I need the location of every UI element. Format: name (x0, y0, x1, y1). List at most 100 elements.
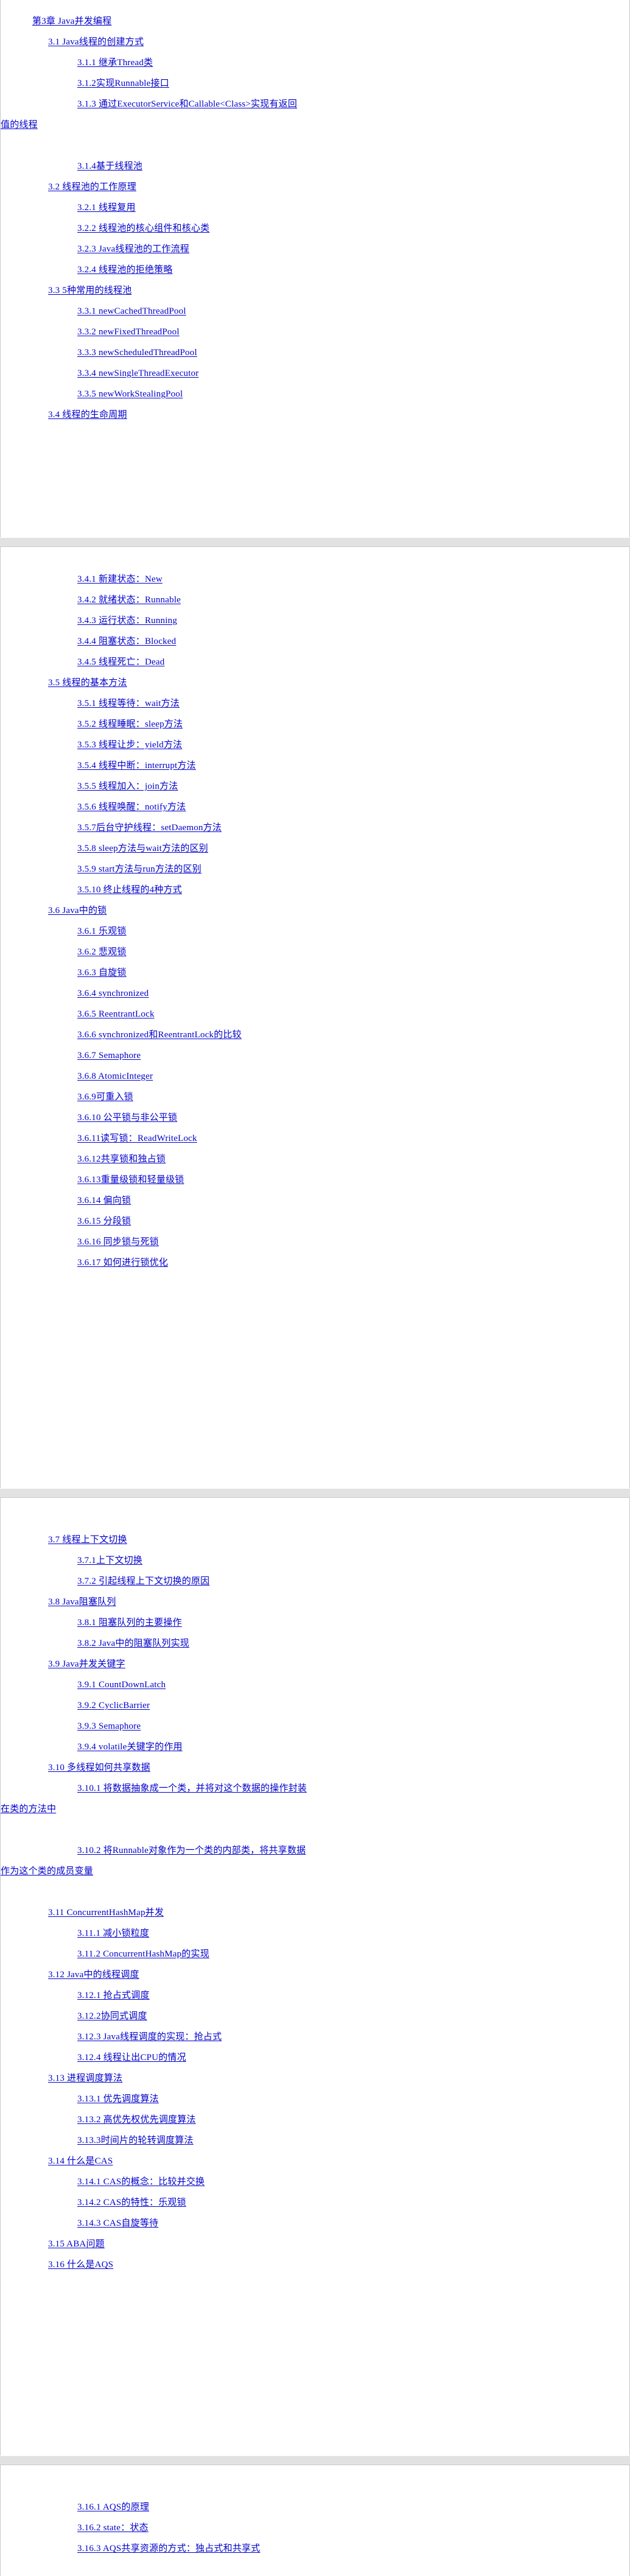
toc-entry-level-3[interactable]: 3.6.10 公平锁与非公平锁 (1, 1107, 629, 1128)
toc-link[interactable]: 3.4.5 线程死亡：Dead (77, 657, 164, 667)
toc-link[interactable]: 3.4.2 就绪状态：Runnable (77, 595, 181, 605)
toc-link[interactable]: 3.2.1 线程复用 (77, 203, 136, 213)
toc-link[interactable]: 3.9 Java并发关键字 (48, 1659, 125, 1669)
toc-link[interactable]: 3.2.2 线程池的核心组件和核心类 (77, 224, 209, 233)
toc-entry-level-3[interactable]: 3.4.5 线程死亡：Dead (1, 652, 629, 672)
toc-link[interactable]: 3.9.3 Semaphore (77, 1721, 141, 1731)
toc-entry-level-2[interactable]: 3.7 线程上下文切换 (1, 1530, 629, 1550)
toc-link[interactable]: 3.9.4 volatile关键字的作用 (77, 1742, 183, 1752)
toc-entry-level-3[interactable]: 3.14.3 CAS自旋等待 (1, 2213, 629, 2234)
toc-entry-level-3[interactable]: 3.6.6 synchronized和ReentrantLock的比较 (1, 1025, 629, 1045)
toc-entry-level-3[interactable]: 3.6.5 ReentrantLock (1, 1004, 629, 1025)
toc-link[interactable]: 3.9.1 CountDownLatch (77, 1680, 166, 1690)
toc-entry-level-3[interactable]: 3.13.3时间片的轮转调度算法 (1, 2130, 629, 2151)
toc-entry-level-3[interactable]: 3.5.1 线程等待：wait方法 (1, 693, 629, 714)
toc-entry-level-3[interactable]: 3.6.16 同步锁与死锁 (1, 1232, 629, 1252)
toc-entry-level-3[interactable]: 3.2.2 线程池的核心组件和核心类 (1, 218, 629, 239)
toc-link[interactable]: 3.6.5 ReentrantLock (77, 1009, 155, 1019)
toc-link[interactable]: 3.7 线程上下文切换 (48, 1535, 127, 1545)
toc-entry-level-3[interactable]: 3.6.13重量级锁和轻量级锁 (1, 1170, 629, 1190)
toc-link[interactable]: 3.8 Java阻塞队列 (48, 1597, 116, 1607)
toc-link[interactable]: 3.3.3 newScheduledThreadPool (77, 348, 197, 358)
toc-entry-level-3[interactable]: 3.6.14 偏向锁 (1, 1190, 629, 1211)
toc-entry-level-3[interactable]: 3.6.8 AtomicInteger (1, 1066, 629, 1087)
toc-link[interactable]: 3.6.14 偏向锁 (77, 1196, 131, 1205)
toc-link[interactable]: 3.4.4 阻塞状态：Blocked (77, 637, 176, 646)
toc-entry-level-3[interactable]: 3.6.17 如何进行锁优化 (1, 1252, 629, 1273)
toc-entry-level-2[interactable]: 3.5 线程的基本方法 (1, 672, 629, 693)
toc-link[interactable]: 3.6.15 分段锁 (77, 1216, 131, 1226)
toc-link[interactable]: 3.6.13重量级锁和轻量级锁 (77, 1175, 184, 1185)
toc-link[interactable]: 3.4.3 运行状态：Running (77, 616, 177, 626)
toc-link[interactable]: 3.1.4基于线程池 (77, 161, 142, 171)
toc-entry-continuation[interactable]: 值的线程 (1, 115, 629, 135)
toc-entry-level-3[interactable]: 3.12.4 线程让出CPU的情况 (1, 2047, 629, 2068)
toc-entry-level-3[interactable]: 3.3.4 newSingleThreadExecutor (1, 363, 629, 384)
toc-entry-level-3[interactable]: 3.4.1 新建状态：New (1, 569, 629, 590)
toc-entry-level-3[interactable]: 3.7.2 引起线程上下文切换的原因 (1, 1571, 629, 1592)
toc-link[interactable]: 3.5 线程的基本方法 (48, 678, 127, 688)
toc-link[interactable]: 3.6.16 同步锁与死锁 (77, 1237, 159, 1247)
toc-link[interactable]: 3.2.4 线程池的拒绝策略 (77, 265, 173, 275)
toc-entry-level-2[interactable]: 3.6 Java中的锁 (1, 900, 629, 921)
toc-link[interactable]: 3.7.2 引起线程上下文切换的原因 (77, 1576, 209, 1586)
toc-link[interactable]: 3.14.3 CAS自旋等待 (77, 2218, 158, 2228)
toc-link[interactable]: 3.11 ConcurrentHashMap并发 (48, 1908, 164, 1918)
toc-link[interactable]: 3.8.1 阻塞队列的主要操作 (77, 1618, 182, 1628)
toc-link[interactable]: 3.6.2 悲观锁 (77, 947, 127, 957)
toc-entry-level-3[interactable]: 3.1.4基于线程池 (1, 156, 629, 177)
toc-link[interactable]: 3.13 进程调度算法 (48, 2073, 122, 2083)
toc-link[interactable]: 3.13.1 优先调度算法 (77, 2094, 159, 2104)
toc-entry-level-3[interactable]: 3.6.4 synchronized (1, 983, 629, 1004)
toc-entry-level-3[interactable]: 3.10.2 将Runnable对象作为一个类的内部类，将共享数据 (1, 1840, 629, 1861)
toc-link[interactable]: 3.12.3 Java线程调度的实现：抢占式 (77, 2032, 222, 2042)
toc-entry-level-2[interactable]: 3.1 Java线程的创建方式 (1, 32, 629, 52)
toc-entry-level-3[interactable]: 3.6.12共享锁和独占锁 (1, 1149, 629, 1170)
toc-link[interactable]: 3.6.10 公平锁与非公平锁 (77, 1113, 177, 1123)
toc-link[interactable]: 第3章 Java并发编程 (32, 16, 111, 26)
toc-entry-level-3[interactable]: 3.11.2 ConcurrentHashMap的实现 (1, 1944, 629, 1964)
toc-link[interactable]: 3.6 Java中的锁 (48, 906, 107, 916)
toc-entry-level-3[interactable]: 3.9.1 CountDownLatch (1, 1674, 629, 1695)
toc-entry-level-2[interactable]: 3.8 Java阻塞队列 (1, 1592, 629, 1612)
toc-entry-level-2[interactable]: 3.2 线程池的工作原理 (1, 177, 629, 197)
toc-link[interactable]: 3.14.2 CAS的特性：乐观锁 (77, 2198, 186, 2207)
toc-entry-level-3[interactable]: 3.16.3 AQS共享资源的方式：独占式和共享式 (1, 2538, 629, 2559)
toc-link[interactable]: 3.10 多线程如何共享数据 (48, 1763, 150, 1773)
toc-entry-level-2[interactable]: 3.15 ABA问题 (1, 2234, 629, 2254)
toc-link[interactable]: 3.5.10 终止线程的4种方式 (77, 885, 182, 895)
toc-entry-continuation[interactable]: 在类的方法中 (1, 1799, 629, 1819)
toc-entry-level-3[interactable]: 3.6.9可重入锁 (1, 1087, 629, 1107)
toc-link[interactable]: 3.16 什么是AQS (48, 2260, 113, 2270)
toc-link[interactable]: 3.15 ABA问题 (48, 2239, 105, 2249)
toc-link-continuation[interactable]: 值的线程 (1, 120, 38, 130)
toc-entry-level-1[interactable]: 第3章 Java并发编程 (1, 11, 629, 32)
toc-link[interactable]: 3.11.1 减小锁粒度 (77, 1928, 149, 1938)
toc-link[interactable]: 3.13.3时间片的轮转调度算法 (77, 2136, 194, 2145)
toc-link[interactable]: 3.5.4 线程中断：interrupt方法 (77, 761, 196, 771)
toc-link[interactable]: 3.14 什么是CAS (48, 2156, 113, 2166)
toc-link[interactable]: 3.16.1 AQS的原理 (77, 2502, 149, 2512)
toc-entry-level-3[interactable]: 3.6.15 分段锁 (1, 1211, 629, 1232)
toc-entry-level-3[interactable]: 3.11.1 减小锁粒度 (1, 1923, 629, 1944)
toc-link[interactable]: 3.12.1 抢占式调度 (77, 1991, 150, 2000)
toc-entry-level-3[interactable]: 3.6.7 Semaphore (1, 1045, 629, 1066)
toc-link[interactable]: 3.6.7 Semaphore (77, 1051, 141, 1060)
toc-link[interactable]: 3.1.1 继承Thread类 (77, 58, 153, 68)
toc-entry-level-3[interactable]: 3.5.6 线程唤醒：notify方法 (1, 797, 629, 817)
toc-link[interactable]: 3.6.6 synchronized和ReentrantLock的比较 (77, 1030, 242, 1040)
toc-entry-level-3[interactable]: 3.9.4 volatile关键字的作用 (1, 1737, 629, 1757)
toc-entry-level-3[interactable]: 3.9.2 CyclicBarrier (1, 1695, 629, 1716)
toc-entry-level-3[interactable]: 3.5.3 线程让步：yield方法 (1, 735, 629, 755)
toc-link[interactable]: 3.1 Java线程的创建方式 (48, 37, 144, 47)
toc-entry-level-3[interactable]: 3.12.1 抢占式调度 (1, 1985, 629, 2006)
toc-entry-continuation[interactable]: 作为这个类的成员变量 (1, 1861, 629, 1882)
toc-link[interactable]: 3.6.9可重入锁 (77, 1092, 133, 1102)
toc-entry-level-3[interactable]: 3.13.1 优先调度算法 (1, 2089, 629, 2109)
toc-entry-level-3[interactable]: 3.10.1 将数据抽象成一个类，并将对这个数据的操作封装 (1, 1778, 629, 1799)
toc-entry-level-3[interactable]: 3.6.11读写锁：ReadWriteLock (1, 1128, 629, 1149)
toc-entry-level-3[interactable]: 3.1.1 继承Thread类 (1, 52, 629, 73)
toc-entry-level-3[interactable]: 3.4.2 就绪状态：Runnable (1, 590, 629, 610)
toc-link[interactable]: 3.6.17 如何进行锁优化 (77, 1258, 168, 1268)
toc-entry-level-2[interactable]: 3.11 ConcurrentHashMap并发 (1, 1902, 629, 1923)
